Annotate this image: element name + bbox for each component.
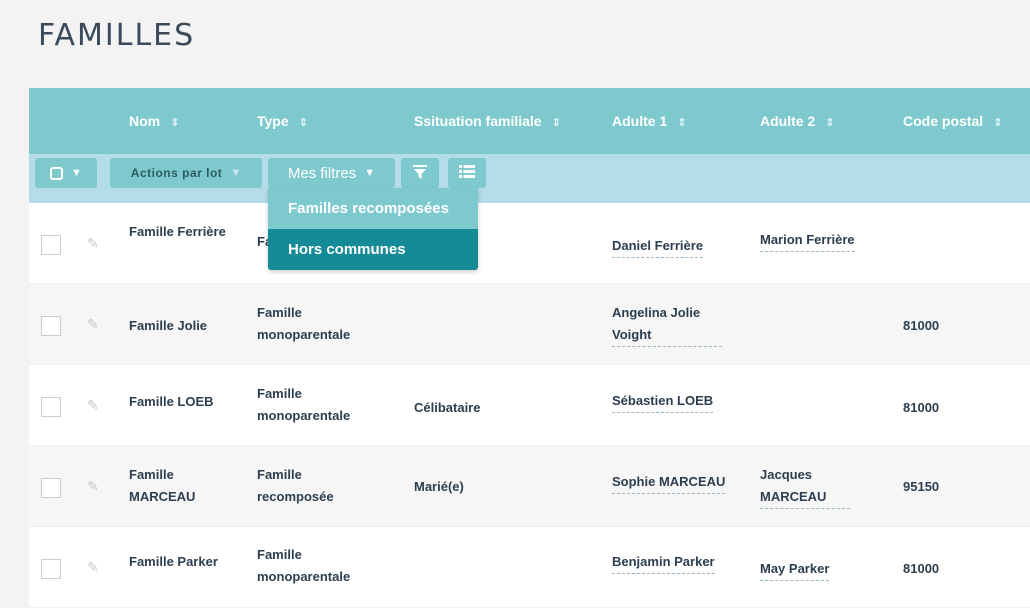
chevron-down-icon: ▼ <box>71 167 82 179</box>
page-title: FAMILLES <box>38 18 196 53</box>
row-adulte1[interactable]: Angelina Jolie Voight <box>612 302 722 347</box>
pencil-icon[interactable]: ✎ <box>87 397 99 414</box>
row-adulte1[interactable]: Sébastien LOEB <box>612 390 714 413</box>
table-row: ✎ Famille Parker Famille monoparentale B… <box>29 527 1030 608</box>
row-checkbox[interactable] <box>41 235 61 255</box>
row-code-postal: 81000 <box>903 318 940 333</box>
filters-dropdown-menu: Familles recomposées Hors communes <box>268 188 478 270</box>
my-filters-label: Mes filtres <box>287 164 357 182</box>
row-type: Famille monoparentale <box>257 547 351 584</box>
row-checkbox[interactable] <box>41 478 61 498</box>
column-label: Adulte 1 <box>612 113 668 129</box>
row-code-postal: 95150 <box>903 479 940 494</box>
row-code-postal: 81000 <box>903 561 940 576</box>
list-icon <box>459 165 475 181</box>
row-checkbox[interactable] <box>41 559 61 579</box>
table-body: ✎ Famille Ferrière Fa Daniel Ferrière Ma… <box>29 203 1030 608</box>
pencil-icon[interactable]: ✎ <box>87 235 99 252</box>
pencil-icon[interactable]: ✎ <box>87 316 99 333</box>
filter-option-familles-recomposees[interactable]: Familles recomposées <box>268 188 478 229</box>
sort-icon: ⇕ <box>170 117 180 129</box>
row-adulte2[interactable]: May Parker <box>760 558 830 581</box>
row-nom[interactable]: Famille Jolie <box>129 315 207 337</box>
column-label: Code postal <box>903 113 984 129</box>
pencil-icon[interactable]: ✎ <box>87 478 99 495</box>
column-label: Adulte 2 <box>760 113 816 129</box>
row-adulte1[interactable]: Sophie MARCEAU <box>612 471 726 494</box>
chevron-down-icon: ▼ <box>230 167 242 179</box>
batch-actions-button[interactable]: Actions par lot ▼ <box>110 158 262 188</box>
row-type: Famille monoparentale <box>257 386 351 423</box>
my-filters-button[interactable]: Mes filtres ▼ <box>268 158 395 188</box>
checkbox-icon <box>50 166 64 180</box>
table-toolbar: ▼ Actions par lot ▼ Mes filtres ▼ <box>29 154 1030 203</box>
row-adulte1[interactable]: Benjamin Parker <box>612 551 715 574</box>
chevron-down-icon: ▼ <box>364 167 376 179</box>
row-adulte2[interactable]: Marion Ferrière <box>760 229 855 252</box>
table-header: Nom ⇕ Type ⇕ Ssituation familiale ⇕ Adulte … <box>29 88 1030 154</box>
row-nom[interactable]: Famille LOEB <box>129 391 214 413</box>
pencil-icon[interactable]: ✎ <box>87 559 99 576</box>
filter-icon <box>413 164 427 182</box>
row-nom[interactable]: Famille Parker <box>129 551 218 573</box>
row-type: Famille recomposée <box>257 467 334 504</box>
sort-icon: ⇕ <box>825 117 835 129</box>
column-header-adulte2[interactable]: Adulte 2 ⇕ <box>760 88 834 154</box>
row-type: Famille monoparentale <box>257 305 351 342</box>
row-situation: Célibataire <box>414 400 481 415</box>
sort-icon: ⇕ <box>677 117 687 129</box>
row-adulte2[interactable]: Jacques MARCEAU <box>760 464 850 509</box>
column-header-type[interactable]: Type ⇕ <box>257 88 308 154</box>
sort-icon: ⇕ <box>551 117 561 129</box>
column-label: Type <box>257 113 289 129</box>
filter-option-hors-communes[interactable]: Hors communes <box>268 229 478 270</box>
column-label: Ssituation familiale <box>414 113 542 129</box>
row-adulte1[interactable]: Daniel Ferrière <box>612 235 704 258</box>
row-code-postal: 81000 <box>903 400 940 415</box>
row-checkbox[interactable] <box>41 316 61 336</box>
row-nom[interactable]: Famille Ferrière <box>129 221 229 243</box>
column-settings-button[interactable] <box>448 158 486 188</box>
column-header-adulte1[interactable]: Adulte 1 ⇕ <box>612 88 686 154</box>
row-nom[interactable]: Famille MARCEAU <box>129 464 209 508</box>
column-header-situation[interactable]: Ssituation familiale ⇕ <box>414 88 561 154</box>
select-all-dropdown[interactable]: ▼ <box>35 158 97 188</box>
table-row: ✎ Famille MARCEAU Famille recomposée Mar… <box>29 446 1030 527</box>
sort-icon: ⇕ <box>993 117 1003 129</box>
column-label: Nom <box>129 113 161 129</box>
table-row: ✎ Famille Ferrière Fa Daniel Ferrière Ma… <box>29 203 1030 284</box>
row-situation: Marié(e) <box>414 479 464 494</box>
batch-actions-label: Actions par lot <box>130 166 223 180</box>
column-header-nom[interactable]: Nom ⇕ <box>129 88 179 154</box>
table-row: ✎ Famille Jolie Famille monoparentale An… <box>29 284 1030 365</box>
families-table: Nom ⇕ Type ⇕ Ssituation familiale ⇕ Adulte … <box>29 88 1030 608</box>
column-header-code-postal[interactable]: Code postal ⇕ <box>903 88 1002 154</box>
row-checkbox[interactable] <box>41 397 61 417</box>
filter-button[interactable] <box>401 158 439 188</box>
table-row: ✎ Famille LOEB Famille monoparentale Cél… <box>29 365 1030 446</box>
sort-icon: ⇕ <box>298 117 308 129</box>
